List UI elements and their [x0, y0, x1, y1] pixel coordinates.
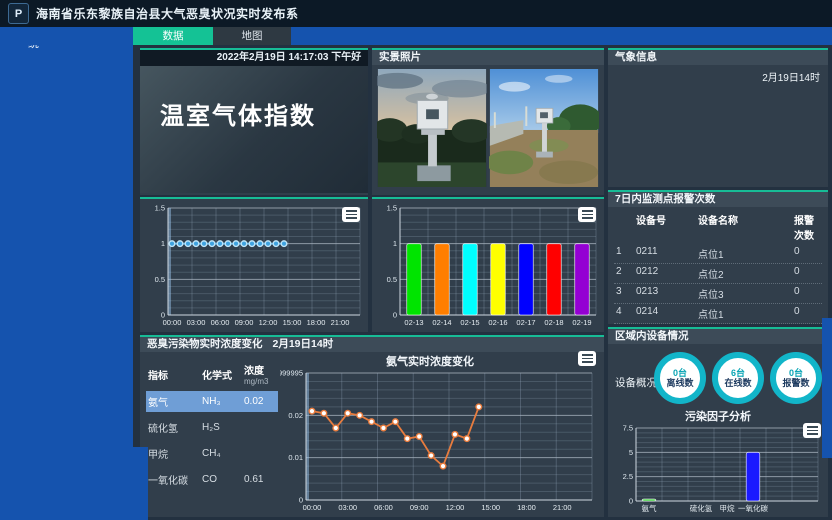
svg-text:12:00: 12:00	[446, 503, 465, 512]
svg-text:18:00: 18:00	[517, 503, 536, 512]
svg-text:15:00: 15:00	[481, 503, 500, 512]
col-formula: 化学式	[202, 367, 244, 382]
svg-text:02-15: 02-15	[460, 318, 479, 327]
svg-text:03:00: 03:00	[187, 318, 206, 327]
col-alarm-count: 报警次数	[794, 212, 820, 242]
col-device-id: 设备号	[636, 212, 698, 242]
svg-text:1: 1	[161, 239, 165, 248]
svg-text:氨气: 氨气	[642, 503, 657, 513]
svg-text:硫化氢: 硫化氢	[690, 503, 713, 513]
chart-toolbox-icon[interactable]	[803, 423, 821, 438]
svg-text:02-16: 02-16	[488, 318, 507, 327]
alarm-count-badge: 0台 报警数	[770, 352, 822, 404]
svg-text:12:00: 12:00	[259, 318, 278, 327]
greeting-body: 温室气体指数	[140, 66, 368, 193]
svg-text:02-17: 02-17	[516, 318, 535, 327]
site-photo-day[interactable]	[489, 69, 599, 187]
odor-row-h2s[interactable]: 硫化氢H₂S	[146, 417, 278, 438]
panel-title: 7日内监测点报警次数	[608, 192, 828, 207]
svg-text:02-19: 02-19	[572, 318, 591, 327]
svg-text:0: 0	[393, 311, 397, 320]
greenhouse-index-chart-panel: 00.511.500:0003:0006:0009:0012:0015:0018…	[140, 197, 368, 332]
svg-text:09:00: 09:00	[410, 503, 429, 512]
col-device-name: 设备名称	[698, 212, 794, 242]
panel-title: 实景照片	[372, 50, 604, 65]
area-devices-panel: 区域内设备情况 设备概况: 0台 离线数 6台 在线数 0台 报警数 污染因子分…	[608, 327, 828, 517]
weather-panel: 气象信息 2月19日14时	[608, 48, 828, 187]
odor-table-header: 指标 化学式 浓度mg/m3	[146, 359, 278, 389]
greenhouse-index-chart[interactable]: 00.511.500:0003:0006:0009:0012:0015:0018…	[142, 202, 366, 328]
odor-table: 指标 化学式 浓度mg/m3 氨气NH₃0.02 硫化氢H₂S 甲烷CH₄ 一氧…	[146, 359, 278, 495]
svg-text:21:00: 21:00	[331, 318, 350, 327]
page-title: 温室气体指数	[140, 66, 368, 131]
svg-text:7.5: 7.5	[623, 424, 633, 433]
alarm-table-header: 设备号 设备名称 报警次数	[614, 210, 822, 244]
tab-map[interactable]: 地图	[213, 27, 291, 45]
nh3-realtime-chart[interactable]: 00.010.020.02999999999999999500:0003:000…	[280, 367, 598, 513]
logo-glyph: P	[15, 8, 22, 20]
alarm-count-panel: 7日内监测点报警次数 设备号 设备名称 报警次数 10211点位10 20212…	[608, 190, 828, 324]
tab-bar: 数据 地图	[0, 27, 832, 45]
daily-odor-chart[interactable]: 0 0.5 1 1.5 02-13 02-14 02-15 02-16 02-17 02-18 02…	[374, 202, 602, 328]
chart-toolbox-icon[interactable]	[342, 207, 360, 222]
odor-row-ch4[interactable]: 甲烷CH₄	[146, 443, 278, 464]
svg-text:02-14: 02-14	[432, 318, 451, 327]
svg-text:5: 5	[629, 448, 633, 457]
tab-data[interactable]: 数据	[133, 27, 213, 45]
table-row[interactable]: 10211点位10	[614, 244, 822, 264]
svg-text:00:00: 00:00	[163, 318, 182, 327]
chart-toolbox-icon[interactable]	[578, 207, 596, 222]
svg-text:06:00: 06:00	[374, 503, 393, 512]
svg-text:03:00: 03:00	[338, 503, 357, 512]
site-photos-panel: 实景照片	[372, 48, 604, 195]
site-photo-dusk[interactable]	[377, 69, 487, 187]
daily-odor-chart-panel: 0 0.5 1 1.5 02-13 02-14 02-15 02-16 02-17 02-18 02…	[372, 197, 604, 332]
svg-text:1: 1	[393, 239, 397, 248]
panel-title: 恶臭污染物实时浓度变化	[147, 337, 263, 352]
greeting-panel: 2022年2月19日 14:17:03 下午好 温室气体指数	[140, 48, 368, 195]
svg-text:21:00: 21:00	[553, 503, 572, 512]
weather-date: 2月19日14时	[608, 65, 828, 84]
pollution-factor-chart[interactable]: 0 2.5 5 7.5 氨气 硫化氢甲烷一氧化碳	[610, 422, 824, 514]
panel-title: 区域内设备情况	[608, 329, 828, 344]
top-header-bar: P 海南省乐东黎族自治县大气恶臭状况实时发布系	[0, 0, 832, 27]
col-concentration: 浓度mg/m3	[244, 362, 276, 386]
table-row[interactable]: 40214点位10	[614, 304, 822, 324]
svg-text:02-13: 02-13	[404, 318, 423, 327]
table-row[interactable]: 20212点位20	[614, 264, 822, 284]
svg-text:02-18: 02-18	[544, 318, 563, 327]
svg-text:09:00: 09:00	[235, 318, 254, 327]
svg-text:0.5: 0.5	[155, 275, 165, 284]
svg-text:1.5: 1.5	[155, 204, 165, 213]
table-row[interactable]: 30213点位30	[614, 284, 822, 304]
svg-text:0.5: 0.5	[387, 275, 397, 284]
panel-date: 2月19日14时	[273, 337, 334, 352]
svg-text:一氧化碳: 一氧化碳	[738, 503, 768, 513]
panel-title: 气象信息	[608, 50, 828, 65]
app-title: 海南省乐东黎族自治县大气恶臭状况实时发布系	[36, 5, 299, 22]
chart-toolbox-icon[interactable]	[578, 351, 596, 366]
svg-text:0.02: 0.02	[288, 411, 303, 420]
svg-text:06:00: 06:00	[211, 318, 230, 327]
svg-text:15:00: 15:00	[283, 318, 302, 327]
svg-text:2.5: 2.5	[623, 472, 633, 481]
svg-text:甲烷: 甲烷	[720, 503, 735, 513]
odor-realtime-panel: 恶臭污染物实时浓度变化 2月19日14时 指标 化学式 浓度mg/m3 氨气NH…	[140, 335, 604, 517]
app-logo: P	[8, 3, 29, 24]
datetime-text: 2022年2月19日 14:17:03 下午好	[140, 50, 368, 66]
odor-row-co[interactable]: 一氧化碳CO0.61	[146, 469, 278, 490]
svg-text:18:00: 18:00	[307, 318, 326, 327]
svg-text:00:00: 00:00	[303, 503, 322, 512]
page-background-corner	[0, 447, 148, 520]
page-background-edge	[822, 318, 832, 458]
svg-text:0.01: 0.01	[288, 453, 303, 462]
offline-count-badge: 0台 离线数	[654, 352, 706, 404]
svg-text:1.5: 1.5	[387, 204, 397, 213]
online-count-badge: 6台 在线数	[712, 352, 764, 404]
odor-row-nh3[interactable]: 氨气NH₃0.02	[146, 391, 278, 412]
svg-text:0: 0	[629, 497, 633, 506]
svg-text:0.029999999999999995: 0.029999999999999995	[280, 369, 303, 378]
col-indicator: 指标	[148, 367, 202, 382]
